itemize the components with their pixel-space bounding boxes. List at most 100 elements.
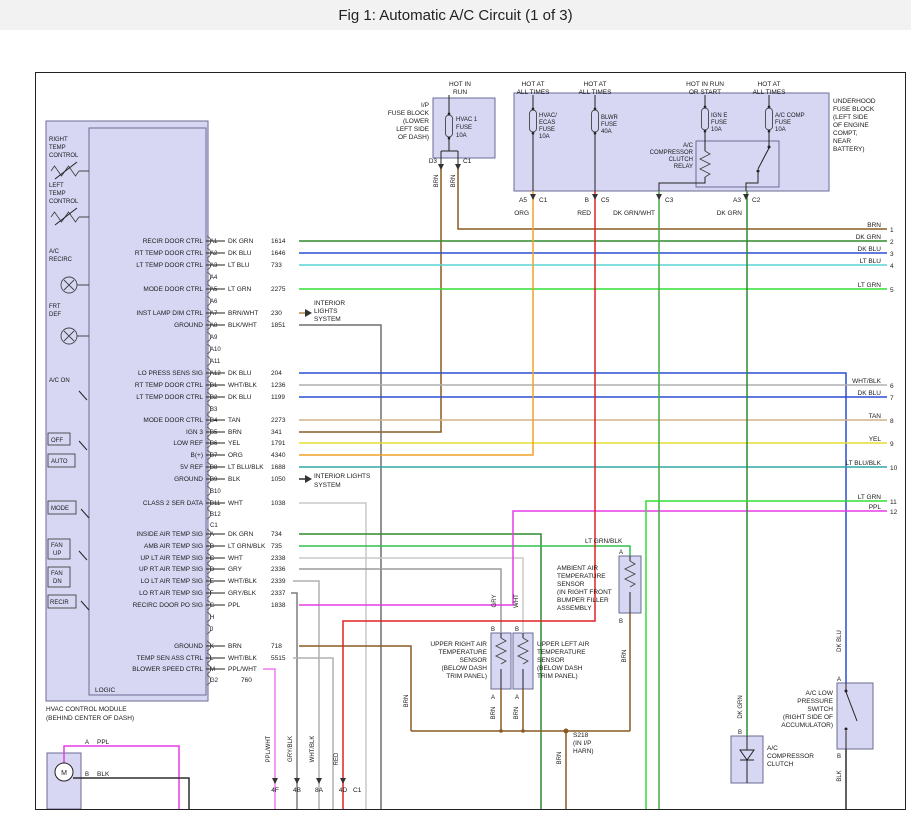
wiring-diagram: HOT IN RUN I/P FUSE BLOCK (LOWER LEFT SI…	[36, 73, 905, 809]
component-name: ACCUMULATOR)	[781, 722, 833, 729]
circuit-number: 1614	[271, 238, 286, 245]
circuit-number: 1791	[271, 440, 286, 447]
connector-id: C1	[539, 197, 548, 204]
hvac-module-box	[46, 121, 208, 701]
offpage-ref: SYSTEM	[314, 316, 341, 323]
relay-name: CLUTCH	[669, 157, 693, 163]
figure-title-bar: Fig 1: Automatic A/C Circuit (1 of 3)	[0, 0, 911, 30]
component-name: CLUTCH	[767, 761, 794, 768]
wire-color-label: LT BLU/BLK	[228, 464, 264, 471]
fuse-label: FUSE	[775, 120, 791, 126]
relay-name: COMPRESSOR	[650, 150, 694, 156]
feed-label: OR START	[689, 89, 721, 96]
connector-triangle-icon	[316, 778, 322, 784]
wire-color-label: WHT/BLK	[228, 655, 258, 662]
pin-function: RT TEMP DOOR CTRL	[135, 382, 204, 389]
panel-label: TEMP	[49, 145, 66, 151]
circuit-number: 1050	[271, 476, 286, 483]
wire-color-label: BRN	[557, 752, 563, 765]
fuse-terminal-dot	[704, 130, 707, 133]
wire-color-label: RED	[577, 210, 591, 217]
wire-color-label: BRN	[622, 650, 628, 663]
sensor-name: UPPER LEFT AIR	[537, 641, 590, 648]
pin-function: TEMP SEN ASS CTRL	[137, 655, 204, 662]
sensor-name: BUMPER FILLER	[557, 597, 609, 604]
underhood-fuse-block-box	[514, 93, 829, 191]
relay-name: RELAY	[674, 164, 693, 170]
pin-id: A	[619, 550, 623, 556]
pin-id: B9	[210, 477, 218, 483]
panel-label: DN	[53, 579, 62, 585]
splice-label: S218	[573, 732, 589, 739]
circuit-number: 1038	[271, 500, 286, 507]
panel-label: CONTROL	[49, 153, 79, 159]
pin-function: LT TEMP DOOR CTRL	[136, 394, 203, 401]
pin-id: L	[210, 656, 214, 662]
wire-color-label: BRN	[404, 695, 410, 708]
wire-color-label: LT GRN/BLK	[585, 538, 623, 545]
wiring-diagram-canvas: HOT IN RUN I/P FUSE BLOCK (LOWER LEFT SI…	[35, 72, 906, 810]
pin-id: A10	[210, 347, 221, 353]
connector-triangle-icon	[294, 778, 300, 784]
connector-id: 8A	[315, 787, 324, 794]
fuse-terminal-dot	[768, 106, 771, 109]
wire-blk-motor	[73, 778, 189, 809]
panel-label: RECIR	[50, 600, 69, 606]
relay-contact-dot	[757, 170, 760, 173]
circuit-number: 1688	[271, 464, 286, 471]
pin-id: A	[837, 677, 841, 683]
circuit-number: 734	[271, 531, 282, 538]
wire-color-label: BRN	[228, 429, 242, 436]
edge-wire-label: LT BLU/BLK	[845, 460, 881, 467]
panel-label: MODE	[51, 506, 69, 512]
pin-function: GROUND	[174, 643, 203, 650]
panel-label: TEMP	[49, 191, 66, 197]
pin-function: RECIRC DOOR PO SIG	[133, 602, 203, 609]
connector-triangle-icon	[530, 194, 536, 200]
circuit-number: 204	[271, 370, 282, 377]
panel-label: RECIRC	[49, 257, 73, 263]
feed-label: ALL TIMES	[753, 89, 787, 96]
sensor-name: TRIM PANEL)	[446, 673, 487, 680]
pin-id: A	[515, 695, 519, 701]
pin-function: UP RT AIR TEMP SIG	[139, 566, 203, 573]
offpage-ref: INTERIOR	[314, 300, 345, 307]
fuse-terminal-dot	[594, 108, 597, 111]
panel-label: A/C	[49, 249, 60, 255]
pin-id: K	[210, 644, 214, 650]
wire-color-label: BRN	[491, 707, 497, 720]
sensor-name: SENSOR	[557, 581, 585, 588]
component-name: (RIGHT SIDE OF	[783, 714, 833, 721]
connector-id: C2	[752, 197, 761, 204]
fuse-label: FUSE	[456, 125, 472, 131]
panel-label: A/C ON	[49, 378, 70, 384]
feed-label: HOT IN	[449, 81, 471, 88]
wire-color-label: ORG	[228, 452, 243, 459]
component-name: PRESSURE	[797, 698, 833, 705]
feed-label: RUN	[453, 89, 467, 96]
wire-color-label: DK GRN	[738, 695, 744, 718]
pin-id: M	[210, 667, 215, 673]
circuit-number: 2337	[271, 590, 286, 597]
fuse-label: 10A	[539, 134, 550, 140]
splice-label: (IN I/P	[573, 740, 591, 747]
pin-function: MODE DOOR CTRL	[143, 417, 203, 424]
fuse-label: 10A	[711, 127, 722, 133]
pin-id: A8	[210, 323, 218, 329]
edge-page-number: 5	[890, 287, 894, 294]
circuit-number: 2275	[271, 286, 286, 293]
ip-block-name: LEFT SIDE	[396, 126, 429, 133]
wire-color-label: BLK/WHT	[228, 322, 257, 329]
junction-dot	[499, 729, 503, 733]
edge-wire-label: TAN	[868, 413, 881, 420]
pin-id: B	[619, 619, 623, 625]
junction-dot	[521, 729, 525, 733]
wire-color-label: YEL	[228, 440, 241, 447]
relay-name: A/C	[683, 143, 694, 149]
feed-label: ALL TIMES	[517, 89, 551, 96]
connector-triangle-icon	[438, 164, 444, 170]
wire-color-label: PPL	[228, 602, 241, 609]
edge-page-number: 2	[890, 239, 894, 246]
circuit-number: 760	[241, 677, 252, 684]
edge-wire-label: LT GRN	[858, 282, 882, 289]
